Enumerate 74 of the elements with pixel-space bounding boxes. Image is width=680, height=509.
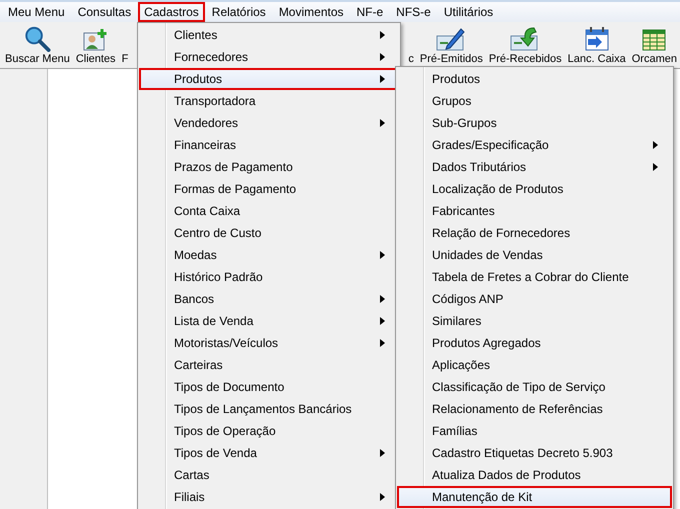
menu-item[interactable]: Lista de Venda (139, 310, 399, 332)
menu-item[interactable]: Similares (397, 310, 672, 332)
menu-item[interactable]: Histórico Padrão (139, 266, 399, 288)
calendar-icon (584, 26, 610, 52)
submenu-arrow-icon (380, 339, 385, 347)
menu-item[interactable]: Tipos de Operação (139, 420, 399, 442)
menu-item[interactable]: Dados Tributários (397, 156, 672, 178)
menu-bar-item[interactable]: NF-e (350, 2, 390, 22)
menu-item[interactable]: Cadastro Etiquetas Decreto 5.903 (397, 442, 672, 464)
menu-item[interactable]: Classificação de Tipo de Serviço (397, 376, 672, 398)
submenu-arrow-icon (380, 31, 385, 39)
check-arrow-icon (510, 26, 540, 52)
menu-item[interactable]: Aplicações (397, 354, 672, 376)
search-icon (23, 25, 52, 52)
submenu-arrow-icon (380, 119, 385, 127)
menu-item[interactable]: Tipos de Lançamentos Bancários (139, 398, 399, 420)
menu-item[interactable]: Unidades de Vendas (397, 244, 672, 266)
menu-item[interactable]: Tabela de Fretes a Cobrar do Cliente (397, 266, 672, 288)
menu-item[interactable]: Localização de Produtos (397, 178, 672, 200)
toolbar-button[interactable]: Orcamen (628, 25, 680, 65)
menu-item[interactable]: Grupos (397, 90, 672, 112)
toolbar-button[interactable]: Pré-Recebidos (486, 25, 565, 65)
submenu-arrow-icon (380, 75, 385, 83)
menu-item[interactable]: Códigos ANP (397, 288, 672, 310)
menu-item[interactable]: Relacionamento de Referências (397, 398, 672, 420)
menu-item[interactable]: Relação de Fornecedores (397, 222, 672, 244)
menu-item[interactable]: Moedas (139, 244, 399, 266)
menu-item[interactable]: Transportadora (139, 90, 399, 112)
menu-item[interactable]: Formas de Pagamento (139, 178, 399, 200)
submenu-arrow-icon (380, 317, 385, 325)
menu-item[interactable]: Tipos de Venda (139, 442, 399, 464)
menu-item[interactable]: Fornecedores (139, 46, 399, 68)
toolbar-button[interactable]: Pré-Emitidos (416, 25, 486, 65)
menu-item[interactable]: Produtos (397, 68, 672, 90)
submenu-arrow-icon (380, 295, 385, 303)
menu-bar-item[interactable]: Meu Menu (2, 2, 71, 22)
submenu-arrow-icon (653, 141, 658, 149)
menu-item[interactable]: Filiais (139, 486, 399, 508)
toolbar-button[interactable]: c (405, 25, 417, 65)
menu-bar-item[interactable]: Cadastros (138, 2, 205, 22)
menu-bar-item[interactable]: Relatórios (206, 2, 272, 22)
submenu-arrow-icon (380, 53, 385, 61)
menu-item[interactable]: Bancos (139, 288, 399, 310)
menu-item[interactable]: Atualiza Dados de Produtos (397, 464, 672, 486)
menu-item[interactable]: Vendedores (139, 112, 399, 134)
menu-item[interactable]: Manutenção de Kit (397, 486, 672, 508)
menu-item[interactable]: Centro de Custo (139, 222, 399, 244)
submenu-arrow-icon (380, 251, 385, 259)
menu-item[interactable]: Tipos de Documento (139, 376, 399, 398)
toolbar-button[interactable]: Clientes (72, 25, 119, 65)
toolbar-button[interactable]: F (118, 25, 132, 65)
menu-bar-item[interactable]: Movimentos (272, 2, 350, 22)
toolbar-button[interactable]: Buscar Menu (2, 25, 73, 65)
toolbar-button[interactable]: Lanc. Caixa (564, 25, 629, 65)
menu-item[interactable]: Grades/Especificação (397, 134, 672, 156)
submenu-arrow-icon (653, 163, 658, 171)
menu-item[interactable]: Produtos Agregados (397, 332, 672, 354)
person-card-icon (82, 28, 109, 52)
check-pen-icon (436, 26, 466, 52)
menu-item[interactable]: Famílias (397, 420, 672, 442)
menu-item[interactable]: Carteiras (139, 354, 399, 376)
menu-item[interactable]: Clientes (139, 24, 399, 46)
menu-bar-item[interactable]: Consultas (72, 2, 138, 22)
menu-item[interactable]: Sub-Grupos (397, 112, 672, 134)
menu-item[interactable]: Cartas (139, 464, 399, 486)
submenu-arrow-icon (380, 493, 385, 501)
submenu-arrow-icon (380, 449, 385, 457)
menu-bar-item[interactable]: Utilitários (438, 2, 500, 22)
menu-item[interactable]: Motoristas/Veículos (139, 332, 399, 354)
menu-bar-item[interactable]: NFS-e (390, 2, 437, 22)
menu-item[interactable]: Financeiras (139, 134, 399, 156)
menu-item[interactable]: Prazos de Pagamento (139, 156, 399, 178)
menu-item[interactable]: Conta Caixa (139, 200, 399, 222)
menu-item[interactable]: Fabricantes (397, 200, 672, 222)
